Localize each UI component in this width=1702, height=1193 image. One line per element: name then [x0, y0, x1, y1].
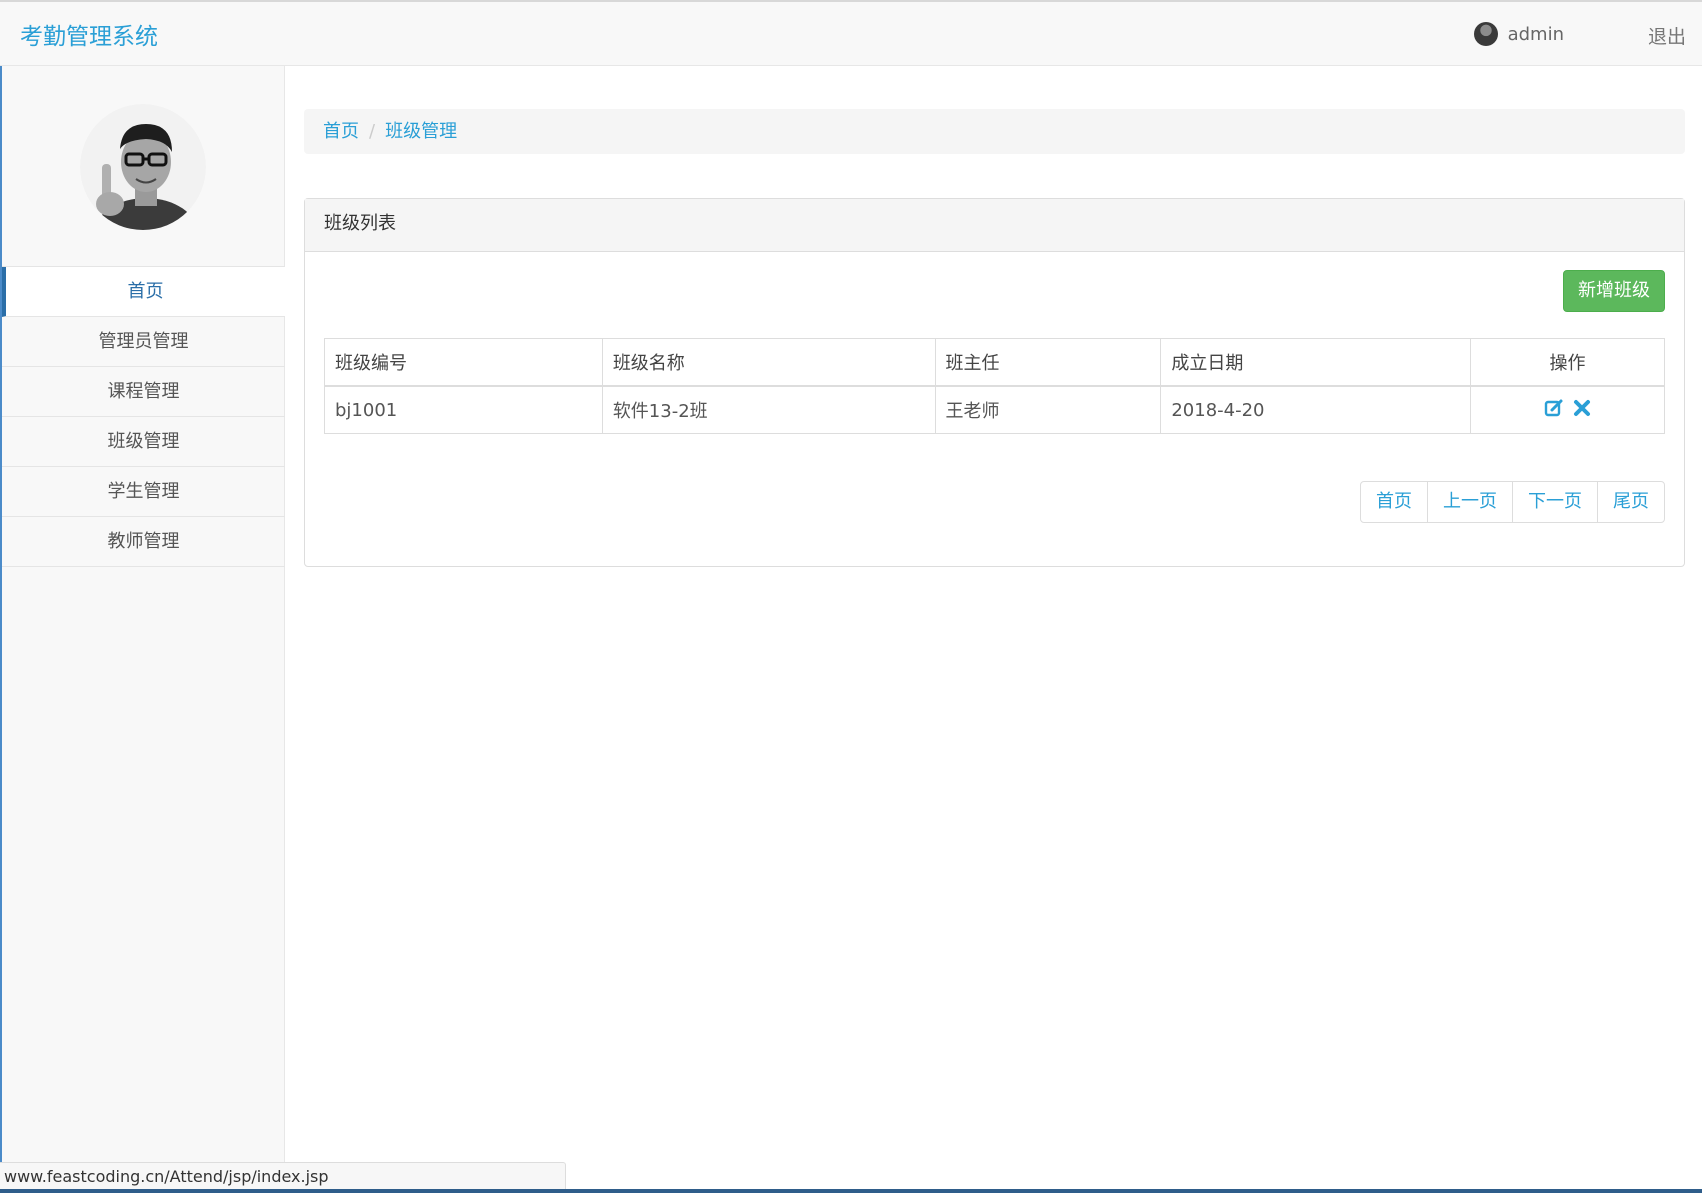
user-name[interactable]: admin [1508, 24, 1564, 45]
cell-head-teacher: 王老师 [934, 385, 1162, 434]
column-header-head-teacher: 班主任 [934, 338, 1162, 387]
brand-title[interactable]: 考勤管理系统 [20, 17, 158, 51]
table-header-row: 班级编号 班级名称 班主任 成立日期 操作 [324, 338, 1665, 387]
sidebar-item-student[interactable]: 学生管理 [2, 467, 285, 517]
cell-actions [1470, 385, 1665, 434]
column-header-founded-date: 成立日期 [1160, 338, 1472, 387]
profile-avatar [80, 104, 206, 230]
sidebar-item-class[interactable]: 班级管理 [2, 417, 285, 467]
taskbar-edge [0, 1189, 1702, 1193]
column-header-actions: 操作 [1470, 338, 1665, 387]
page-prev-link[interactable]: 上一页 [1427, 482, 1512, 522]
sidebar-item-admin[interactable]: 管理员管理 [2, 317, 285, 367]
table-row: bj1001 软件13-2班 王老师 2018-4-20 [324, 385, 1665, 434]
column-header-class-id: 班级编号 [324, 338, 603, 387]
sidebar-item-teacher[interactable]: 教师管理 [2, 517, 285, 567]
page-first-link[interactable]: 首页 [1361, 482, 1427, 522]
delete-icon[interactable] [1573, 399, 1591, 422]
pagination: 首页 上一页 下一页 尾页 [1360, 481, 1665, 523]
browser-status-url: www.feastcoding.cn/Attend/jsp/index.jsp [0, 1162, 566, 1190]
page-next-link[interactable]: 下一页 [1512, 482, 1597, 522]
top-navbar: 考勤管理系统 admin 退出 [0, 0, 1702, 66]
panel-title: 班级列表 [305, 199, 1684, 252]
class-list-panel: 班级列表 新增班级 班级编号 班级名称 班主任 成立日期 操作 bj1001 软… [304, 198, 1685, 567]
sidebar-menu: 首页 管理员管理 课程管理 班级管理 学生管理 教师管理 [2, 266, 285, 567]
logout-link[interactable]: 退出 [1648, 22, 1686, 49]
sidebar: 首页 管理员管理 课程管理 班级管理 学生管理 教师管理 [0, 66, 285, 1176]
cell-class-id: bj1001 [324, 385, 603, 434]
edit-icon[interactable] [1544, 398, 1564, 423]
cell-founded-date: 2018-4-20 [1160, 385, 1472, 434]
sidebar-item-home[interactable]: 首页 [2, 267, 285, 317]
add-class-button[interactable]: 新增班级 [1563, 270, 1665, 312]
profile-photo-icon [80, 104, 206, 230]
cell-class-name: 软件13-2班 [601, 385, 936, 434]
user-menu[interactable]: admin [1473, 22, 1564, 46]
column-header-class-name: 班级名称 [601, 338, 936, 387]
class-table: 班级编号 班级名称 班主任 成立日期 操作 bj1001 软件13-2班 王老师… [324, 338, 1665, 434]
breadcrumb-current[interactable]: 班级管理 [385, 121, 457, 142]
sidebar-item-course[interactable]: 课程管理 [2, 367, 285, 417]
breadcrumb: 首页 / 班级管理 [304, 109, 1685, 154]
user-avatar-icon [1473, 22, 1498, 46]
breadcrumb-separator: / [369, 121, 376, 142]
page-last-link[interactable]: 尾页 [1597, 482, 1664, 522]
breadcrumb-home[interactable]: 首页 [323, 121, 359, 142]
